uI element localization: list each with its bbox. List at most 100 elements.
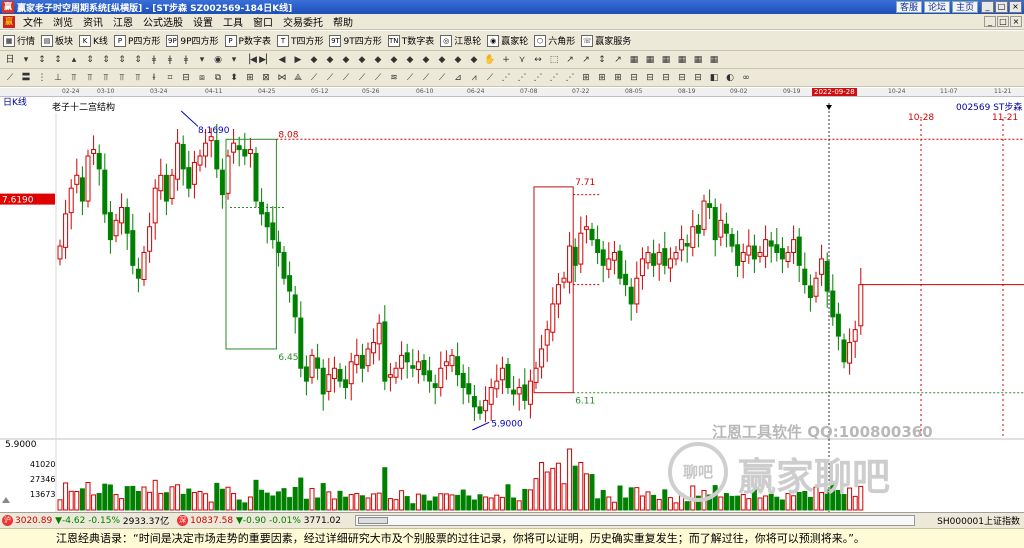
mdi-close-button[interactable]: × (1010, 16, 1022, 27)
toolbar2-tool-icon-39[interactable]: ▦ (627, 53, 641, 67)
toolbar3-tool-icon-4[interactable]: ⫪ (67, 71, 81, 85)
toolbar3-tool-icon-42[interactable]: ⊟ (675, 71, 689, 85)
toolbar2-tool-icon-43[interactable]: ▦ (691, 53, 705, 67)
toolbar3-tool-icon-30[interactable]: ⟋ (483, 71, 497, 85)
toolbar3-tool-icon-29[interactable]: ⩘ (467, 71, 481, 85)
index-sh[interactable]: 沪 3020.89 ▼-4.62 -0.15% 2933.37亿 (0, 514, 169, 527)
menu-formula[interactable]: 公式选股 (138, 14, 188, 29)
toolbar2-tool-icon-41[interactable]: ▦ (659, 53, 673, 67)
toolbar2-tool-icon-34[interactable]: ⬚ (547, 53, 561, 67)
toolbar3-tool-icon-38[interactable]: ⊞ (611, 71, 625, 85)
menu-trade[interactable]: 交易委托 (278, 14, 328, 29)
homepage-link[interactable]: 主页 (951, 1, 978, 13)
toolbar-btn-3[interactable]: P P四方形 (113, 34, 160, 47)
toolbar2-tool-icon-21[interactable]: ◆ (339, 53, 353, 67)
toolbar2-tool-icon-44[interactable]: ▦ (707, 53, 721, 67)
toolbar2-tool-icon-4[interactable]: ▴ (67, 53, 81, 67)
menu-info[interactable]: 资讯 (78, 14, 108, 29)
toolbar2-tool-icon-20[interactable]: ◆ (323, 53, 337, 67)
index-sz[interactable]: 深 10837.58 ▼-0.90 -0.01% 3771.02 (175, 515, 341, 526)
toolbar3-tool-icon-34[interactable]: ⋰ (547, 71, 561, 85)
toolbar2-tool-icon-8[interactable]: ⇕ (131, 53, 145, 67)
toolbar3-tool-icon-12[interactable]: ⧈ (195, 71, 209, 85)
toolbar2-tool-icon-13[interactable]: ◉ (211, 53, 225, 67)
toolbar3-tool-icon-0[interactable]: ⟋ (3, 71, 17, 85)
toolbar2-tool-icon-7[interactable]: ⇕ (115, 53, 129, 67)
toolbar2-tool-icon-3[interactable]: ↕ (51, 53, 65, 67)
toolbar3-tool-icon-18[interactable]: ⟁ (291, 71, 305, 85)
toolbar-btn-12[interactable]: ☏ 赢家服务 (581, 34, 631, 47)
toolbar3-tool-icon-11[interactable]: ⊟ (179, 71, 193, 85)
toolbar3-tool-icon-39[interactable]: ⊟ (627, 71, 641, 85)
toolbar-btn-7[interactable]: 9T 9T四方形 (329, 34, 382, 47)
toolbar2-tool-icon-24[interactable]: ◆ (387, 53, 401, 67)
toolbar3-tool-icon-32[interactable]: ⋰ (515, 71, 529, 85)
toolbar-btn-0[interactable]: ▦ 行情 (3, 34, 35, 47)
toolbar2-tool-icon-18[interactable]: ▶ (291, 53, 305, 67)
toolbar3-tool-icon-7[interactable]: ⫪ (115, 71, 129, 85)
toolbar3-tool-icon-10[interactable]: ⌗ (163, 71, 177, 85)
toolbar2-tool-icon-33[interactable]: ↔ (531, 53, 545, 67)
toolbar2-tool-icon-9[interactable]: ǂ (147, 53, 161, 67)
toolbar2-tool-icon-16[interactable]: ▶▏ (259, 53, 273, 67)
toolbar3-tool-icon-25[interactable]: ⟋ (403, 71, 417, 85)
menu-settings[interactable]: 设置 (188, 14, 218, 29)
menu-file[interactable]: 文件 (18, 14, 48, 29)
toolbar2-tool-icon-32[interactable]: ⋎ (515, 53, 529, 67)
toolbar2-tool-icon-22[interactable]: ◆ (355, 53, 369, 67)
close-button[interactable]: × (1009, 1, 1022, 13)
toolbar2-tool-icon-23[interactable]: ◆ (371, 53, 385, 67)
toolbar-btn-9[interactable]: ◎ 江恩轮 (440, 34, 481, 47)
toolbar3-tool-icon-41[interactable]: ⊟ (659, 71, 673, 85)
toolbar3-tool-icon-37[interactable]: ⊞ (595, 71, 609, 85)
menu-window[interactable]: 窗口 (248, 14, 278, 29)
toolbar3-tool-icon-45[interactable]: ◐ (723, 71, 737, 85)
toolbar2-tool-icon-26[interactable]: ◆ (419, 53, 433, 67)
toolbar3-tool-icon-40[interactable]: ⊟ (643, 71, 657, 85)
toolbar2-tool-icon-14[interactable]: ▾ (227, 53, 241, 67)
toolbar-btn-10[interactable]: ◉ 赢家轮 (487, 34, 528, 47)
toolbar2-tool-icon-25[interactable]: ◆ (403, 53, 417, 67)
toolbar3-tool-icon-13[interactable]: ⧉ (211, 71, 225, 85)
toolbar2-tool-icon-17[interactable]: ◀ (275, 53, 289, 67)
toolbar3-tool-icon-31[interactable]: ⋰ (499, 71, 513, 85)
app-menu-icon[interactable]: 赢 (3, 15, 15, 28)
toolbar3-tool-icon-8[interactable]: ⫪ (131, 71, 145, 85)
toolbar3-tool-icon-20[interactable]: ⟋ (323, 71, 337, 85)
menu-gann[interactable]: 江恩 (108, 14, 138, 29)
toolbar-btn-4[interactable]: 9P 9P四方形 (166, 34, 219, 47)
horizontal-scrollbar[interactable] (354, 515, 915, 526)
minimize-button[interactable]: _ (981, 1, 994, 13)
menu-browse[interactable]: 浏览 (48, 14, 78, 29)
toolbar-btn-11[interactable]: ⬡ 六角形 (534, 34, 575, 47)
toolbar3-tool-icon-24[interactable]: ≋ (387, 71, 401, 85)
toolbar3-tool-icon-5[interactable]: ⫪ (83, 71, 97, 85)
toolbar-btn-5[interactable]: P P数字表 (224, 34, 271, 47)
toolbar3-tool-icon-46[interactable]: ∞ (739, 71, 753, 85)
toolbar3-tool-icon-21[interactable]: ⟋ (339, 71, 353, 85)
toolbar2-tool-icon-36[interactable]: ↗ (579, 53, 593, 67)
toolbar2-tool-icon-2[interactable]: ↕ (35, 53, 49, 67)
toolbar-btn-1[interactable]: ▤ 板块 (41, 34, 73, 47)
toolbar3-tool-icon-33[interactable]: ⋰ (531, 71, 545, 85)
toolbar-btn-2[interactable]: K K线 (79, 34, 108, 47)
toolbar3-tool-icon-22[interactable]: ⟋ (355, 71, 369, 85)
toolbar2-tool-icon-0[interactable]: 日 (3, 53, 17, 67)
toolbar2-tool-icon-6[interactable]: ⇕ (99, 53, 113, 67)
toolbar2-tool-icon-30[interactable]: ✋ (483, 53, 497, 67)
toolbar3-tool-icon-9[interactable]: Ɨ (147, 71, 161, 85)
toolbar2-tool-icon-27[interactable]: ◆ (435, 53, 449, 67)
forum-link[interactable]: 论坛 (923, 1, 950, 13)
mdi-minimize-button[interactable]: _ (984, 16, 996, 27)
toolbar3-tool-icon-28[interactable]: ⊿ (451, 71, 465, 85)
toolbar-btn-8[interactable]: TN T数字表 (387, 34, 434, 47)
mdi-restore-button[interactable]: □ (997, 16, 1009, 27)
toolbar3-tool-icon-3[interactable]: ⊥ (51, 71, 65, 85)
toolbar3-tool-icon-1[interactable]: 〓 (19, 71, 33, 85)
toolbar3-tool-icon-36[interactable]: ⊞ (579, 71, 593, 85)
maximize-button[interactable]: □ (995, 1, 1008, 13)
toolbar2-tool-icon-29[interactable]: ◆ (467, 53, 481, 67)
toolbar2-tool-icon-10[interactable]: ǂ (163, 53, 177, 67)
toolbar2-tool-icon-31[interactable]: + (499, 53, 513, 67)
menu-help[interactable]: 帮助 (328, 14, 358, 29)
